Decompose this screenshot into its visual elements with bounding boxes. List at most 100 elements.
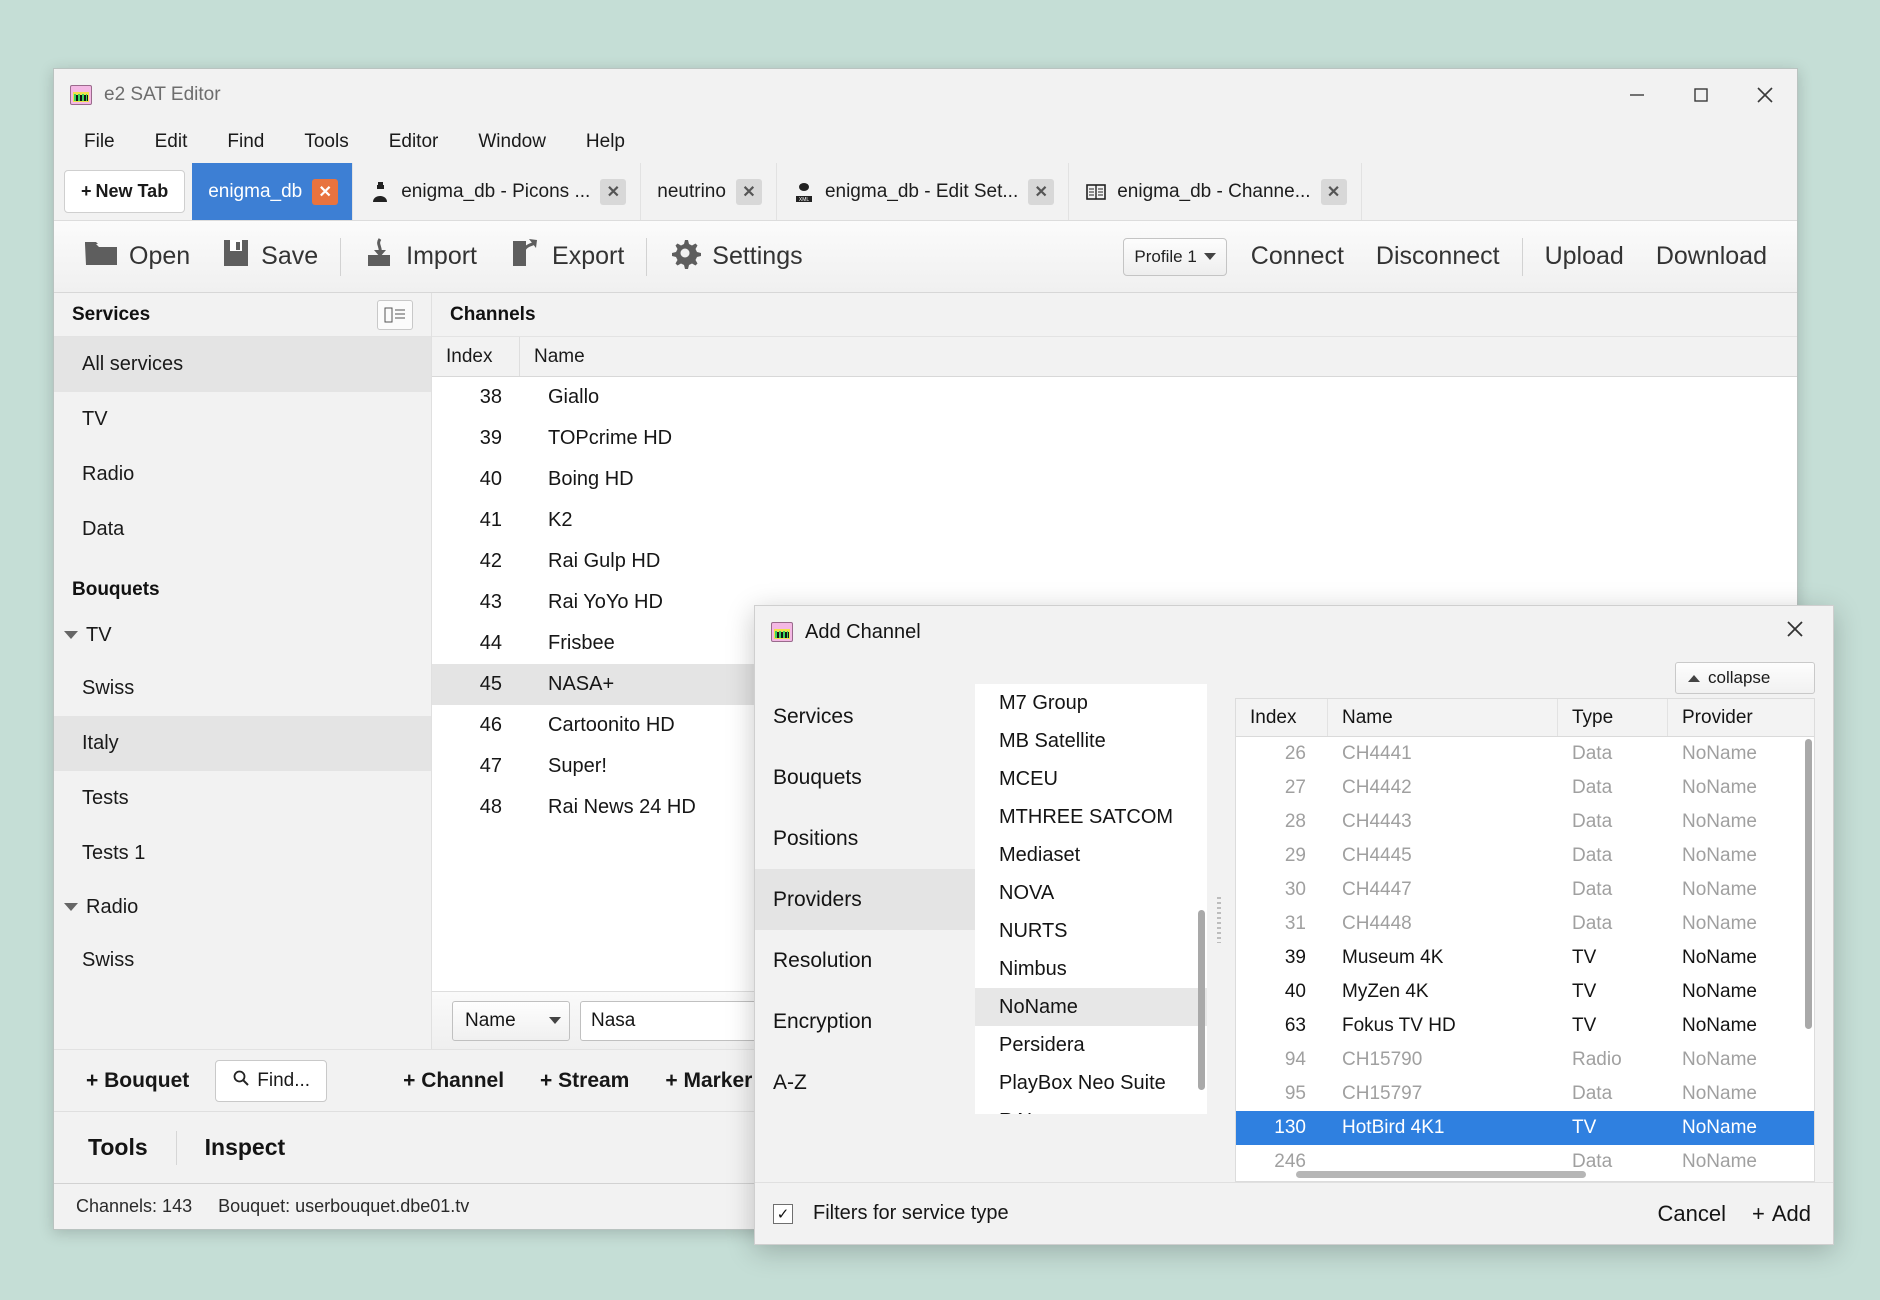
list-item[interactable]: MCEU: [975, 760, 1207, 798]
find-field-select[interactable]: Name: [452, 1000, 570, 1041]
connect-button[interactable]: Connect: [1235, 236, 1360, 277]
sidebar-item-data[interactable]: Data: [54, 502, 431, 557]
column-provider[interactable]: Provider: [1668, 699, 1814, 736]
tab-enigma-db-channels[interactable]: enigma_db - Channe... ✕: [1069, 163, 1362, 220]
list-item-selected[interactable]: NoName: [975, 988, 1207, 1026]
sidebar-item-radio[interactable]: Radio: [54, 447, 431, 502]
services-find-button[interactable]: Find...: [215, 1059, 328, 1102]
list-item[interactable]: Mediaset: [975, 836, 1207, 874]
panel-layout-icon[interactable]: [377, 299, 413, 330]
disconnect-button[interactable]: Disconnect: [1360, 236, 1516, 277]
dialog-nav-bouquets[interactable]: Bouquets: [755, 747, 975, 808]
tab-close-icon[interactable]: ✕: [312, 178, 339, 205]
table-row[interactable]: 42 Rai Gulp HD: [432, 541, 1797, 582]
table-row[interactable]: 29 CH4445 Data NoName: [1236, 839, 1814, 873]
list-item[interactable]: MTHREE SATCOM: [975, 798, 1207, 836]
bouquet-group-radio[interactable]: Radio: [54, 881, 431, 933]
dialog-nav-services[interactable]: Services: [755, 686, 975, 747]
table-row[interactable]: 26 CH4441 Data NoName: [1236, 737, 1814, 771]
table-row[interactable]: 95 CH15797 Data NoName: [1236, 1077, 1814, 1111]
table-row-selected[interactable]: 130 HotBird 4K1 TV NoName: [1236, 1111, 1814, 1145]
cancel-button[interactable]: Cancel: [1658, 1201, 1726, 1227]
add-stream-button[interactable]: + Stream: [522, 1069, 647, 1093]
list-item[interactable]: Nimbus: [975, 950, 1207, 988]
table-row[interactable]: 40 MyZen 4K TV NoName: [1236, 975, 1814, 1009]
new-tab-button[interactable]: + New Tab: [64, 170, 186, 213]
minimize-button[interactable]: [1605, 69, 1669, 121]
bouquet-item-swiss[interactable]: Swiss: [54, 661, 431, 716]
dialog-nav-encryption[interactable]: Encryption: [755, 991, 975, 1052]
add-marker-button[interactable]: + Marker: [647, 1069, 770, 1093]
column-type[interactable]: Type: [1558, 699, 1668, 736]
collapse-button[interactable]: collapse: [1675, 662, 1815, 694]
table-row[interactable]: 38 Giallo: [432, 377, 1797, 418]
providers-scrollbar[interactable]: [1198, 910, 1205, 1090]
column-index[interactable]: Index: [1236, 699, 1328, 736]
save-button[interactable]: Save: [206, 232, 334, 281]
list-item[interactable]: M7 Group: [975, 684, 1207, 722]
menu-help[interactable]: Help: [566, 125, 645, 159]
add-bouquet-button[interactable]: + Bouquet: [68, 1069, 207, 1093]
tab-enigma-db[interactable]: enigma_db ✕: [192, 163, 354, 220]
list-item[interactable]: NOVA: [975, 874, 1207, 912]
column-name[interactable]: Name: [1328, 699, 1558, 736]
upload-button[interactable]: Upload: [1529, 236, 1640, 277]
tab-close-icon[interactable]: ✕: [1028, 178, 1055, 205]
close-button[interactable]: [1733, 69, 1797, 121]
maximize-button[interactable]: [1669, 69, 1733, 121]
tab-close-icon[interactable]: ✕: [600, 178, 627, 205]
table-row[interactable]: 28 CH4443 Data NoName: [1236, 805, 1814, 839]
list-item[interactable]: NURTS: [975, 912, 1207, 950]
open-button[interactable]: Open: [68, 232, 206, 281]
sidebar-item-tv[interactable]: TV: [54, 392, 431, 447]
menu-file[interactable]: File: [64, 125, 135, 159]
bouquet-item-tests-1[interactable]: Tests 1: [54, 826, 431, 881]
table-row[interactable]: 41 K2: [432, 500, 1797, 541]
settings-button[interactable]: Settings: [653, 231, 818, 282]
results-vscrollbar[interactable]: [1805, 739, 1812, 1029]
list-item[interactable]: MB Satellite: [975, 722, 1207, 760]
table-row[interactable]: 30 CH4447 Data NoName: [1236, 873, 1814, 907]
download-button[interactable]: Download: [1640, 236, 1783, 277]
results-hscrollbar[interactable]: [1296, 1171, 1586, 1178]
menu-find[interactable]: Find: [207, 125, 284, 159]
column-name[interactable]: Name: [520, 337, 1797, 376]
menu-editor[interactable]: Editor: [369, 125, 459, 159]
table-row[interactable]: 31 CH4448 Data NoName: [1236, 907, 1814, 941]
dialog-nav-providers[interactable]: Providers: [755, 869, 975, 930]
export-button[interactable]: Export: [493, 231, 640, 282]
table-row[interactable]: 39 Museum 4K TV NoName: [1236, 941, 1814, 975]
table-row[interactable]: 27 CH4442 Data NoName: [1236, 771, 1814, 805]
dialog-nav-resolution[interactable]: Resolution: [755, 930, 975, 991]
dialog-close-icon[interactable]: [1773, 616, 1817, 648]
column-index[interactable]: Index: [432, 337, 520, 376]
dialog-splitter[interactable]: [1207, 658, 1235, 1182]
add-button[interactable]: + Add: [1752, 1201, 1811, 1227]
list-item[interactable]: Persidera: [975, 1026, 1207, 1064]
dialog-nav-positions[interactable]: Positions: [755, 808, 975, 869]
tab-close-icon[interactable]: ✕: [1320, 178, 1347, 205]
table-row[interactable]: 63 Fokus TV HD TV NoName: [1236, 1009, 1814, 1043]
dialog-nav-a-z[interactable]: A-Z: [755, 1052, 975, 1113]
menu-window[interactable]: Window: [458, 125, 566, 159]
table-row[interactable]: 94 CH15790 Radio NoName: [1236, 1043, 1814, 1077]
import-button[interactable]: Import: [347, 231, 493, 282]
tab-enigma-db-edit-settings[interactable]: XML enigma_db - Edit Set... ✕: [776, 163, 1070, 220]
list-item[interactable]: PlayBox Neo Suite: [975, 1064, 1207, 1102]
bouquet-item-radio-swiss[interactable]: Swiss: [54, 933, 431, 988]
bouquet-item-tests[interactable]: Tests: [54, 771, 431, 826]
tab-enigma-db-picons[interactable]: enigma_db - Picons ... ✕: [353, 163, 642, 220]
filters-checkbox[interactable]: ✓: [773, 1203, 793, 1224]
bouquet-item-italy[interactable]: Italy: [54, 716, 431, 771]
menu-tools[interactable]: Tools: [284, 125, 368, 159]
list-item[interactable]: RAI: [975, 1102, 1207, 1115]
tab-neutrino[interactable]: neutrino ✕: [641, 163, 777, 220]
profile-select[interactable]: Profile 1: [1123, 237, 1227, 276]
tab-close-icon[interactable]: ✕: [735, 178, 762, 205]
table-row[interactable]: 40 Boing HD: [432, 459, 1797, 500]
inspect-button[interactable]: Inspect: [181, 1134, 310, 1161]
tools-button[interactable]: Tools: [88, 1134, 172, 1161]
bouquet-group-tv[interactable]: TV: [54, 609, 431, 661]
sidebar-item-all-services[interactable]: All services: [54, 337, 431, 392]
menu-edit[interactable]: Edit: [135, 125, 208, 159]
